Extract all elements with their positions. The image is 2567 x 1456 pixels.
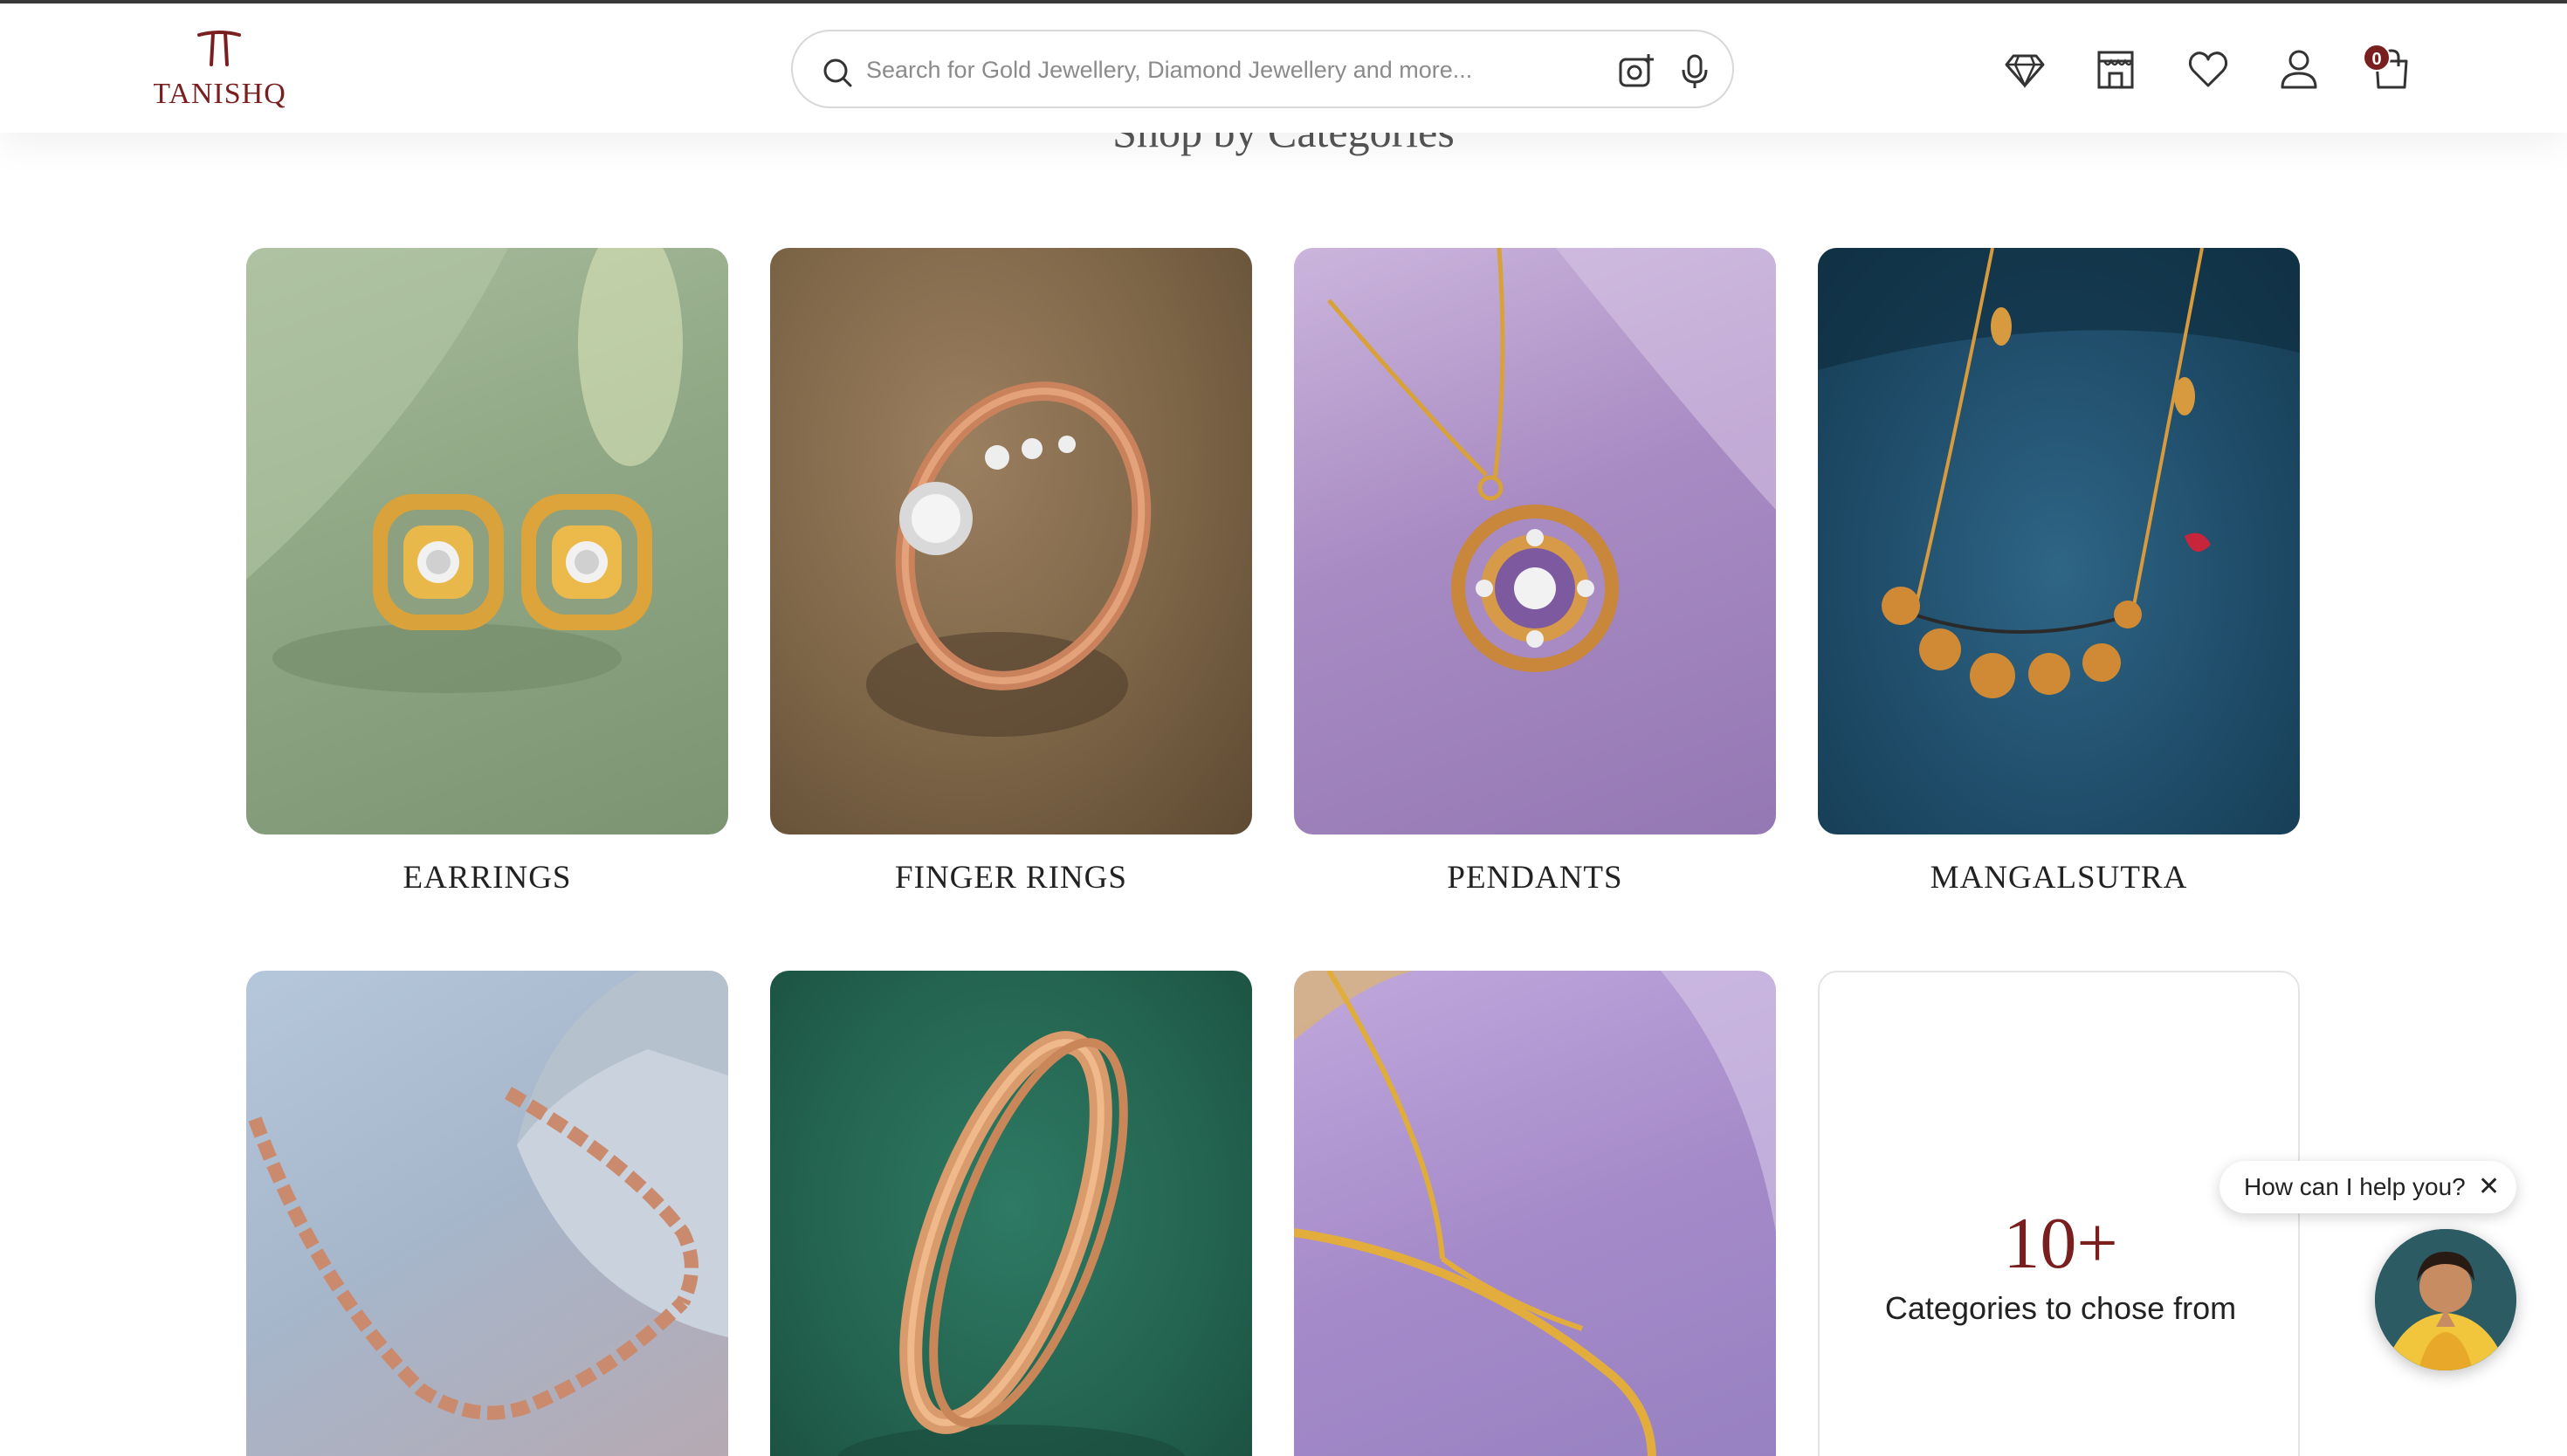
camera-icon[interactable] [1617,52,1655,91]
category-label-earrings[interactable]: EARRINGS [246,859,728,896]
store-icon[interactable] [2094,47,2137,91]
heart-icon[interactable] [2186,47,2230,91]
more-categories-text: Categories to chose from [1884,1290,2237,1326]
pendant-image [1327,248,1776,672]
search-bar[interactable] [791,30,1734,108]
chat-prompt-bubble[interactable]: How can I help you? ✕ [2219,1161,2516,1213]
category-card-finger-rings[interactable] [770,248,1252,834]
chat-prompt-text: How can I help you? [2244,1173,2466,1200]
category-card-earrings[interactable] [246,248,728,834]
category-card-bracelet[interactable] [246,971,728,1456]
category-card-bangles[interactable] [770,971,1252,1456]
more-categories-card[interactable]: 10+ Categories to chose from [1818,971,2300,1456]
mangalsutra-image [1818,248,2300,698]
tanishq-logo[interactable]: TANISHQ [152,26,286,113]
user-icon[interactable] [2277,47,2321,91]
assistant-avatar-image [2375,1229,2516,1370]
earrings-image [246,248,683,693]
cart-count-badge: 0 [2363,44,2391,72]
chat-assistant-avatar[interactable] [2375,1229,2516,1370]
tanishq-logo-mark: TANISHQ [152,31,286,110]
bangle-image [837,1031,1185,1456]
site-header: TANISHQ Search for Gold Jewellery, Diamo… [0,3,2567,133]
category-label-finger-rings[interactable]: FINGER RINGS [770,859,1252,896]
category-label-pendants[interactable]: PENDANTS [1294,859,1776,896]
microphone-icon[interactable] [1678,52,1711,91]
bracelet-image [248,971,728,1420]
search-icon[interactable] [821,56,854,89]
finger-ring-image [866,381,1152,737]
chain-image [1294,971,1776,1456]
svg-text:TANISHQ: TANISHQ [154,78,285,110]
search-input[interactable] [866,49,1530,91]
category-card-pendants[interactable] [1294,248,1776,834]
category-card-mangalsutra[interactable] [1818,248,2300,834]
category-label-mangalsutra[interactable]: MANGALSUTRA [1818,859,2300,896]
close-icon[interactable]: ✕ [2478,1171,2500,1202]
diamond-icon[interactable] [2003,47,2047,91]
more-categories-count: 10+ [2003,1203,2118,1284]
category-card-chains[interactable] [1294,971,1776,1456]
